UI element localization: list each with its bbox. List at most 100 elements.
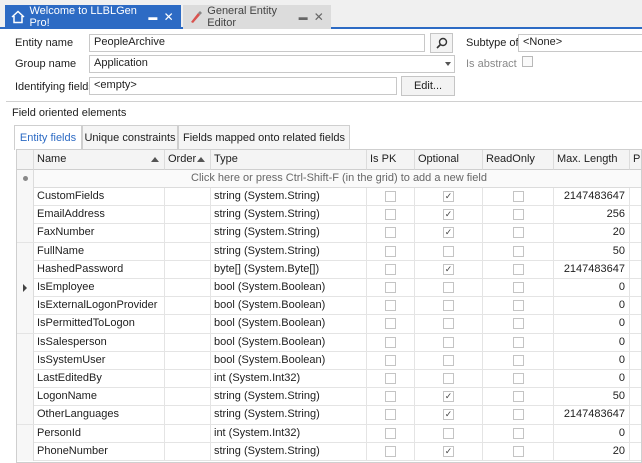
pk-checkbox[interactable] bbox=[385, 227, 396, 239]
readonly-checkbox[interactable] bbox=[513, 227, 524, 239]
cell-type[interactable]: byte[] (System.Byte[]) bbox=[211, 260, 367, 279]
readonly-checkbox[interactable] bbox=[513, 427, 524, 439]
cell-readonly[interactable] bbox=[483, 424, 554, 443]
cell-order[interactable] bbox=[165, 206, 211, 225]
pk-checkbox[interactable] bbox=[385, 282, 396, 293]
row-indicator[interactable] bbox=[17, 188, 34, 206]
entity-name-field[interactable]: PeopleArchive bbox=[89, 34, 425, 52]
cell-precision[interactable] bbox=[630, 315, 641, 333]
cell-max-length[interactable]: 0 bbox=[554, 315, 630, 334]
cell-precision[interactable] bbox=[630, 279, 641, 297]
cell-order[interactable] bbox=[165, 315, 211, 334]
readonly-checkbox[interactable] bbox=[513, 191, 524, 202]
cell-precision[interactable] bbox=[630, 261, 641, 279]
cell-max-length[interactable]: 0 bbox=[554, 279, 630, 297]
cell-type[interactable]: string (System.String) bbox=[211, 224, 367, 243]
pk-checkbox[interactable] bbox=[385, 318, 396, 330]
cell-max-length[interactable]: 2147483647 bbox=[554, 188, 630, 206]
cell-optional[interactable] bbox=[415, 279, 483, 297]
cell-optional[interactable]: ✓ bbox=[415, 224, 483, 243]
cell-readonly[interactable] bbox=[483, 351, 554, 370]
cell-precision[interactable] bbox=[630, 224, 641, 242]
table-row[interactable]: FullName string (System.String) 50 bbox=[17, 242, 641, 261]
cell-readonly[interactable] bbox=[483, 260, 554, 279]
table-row[interactable]: IsExternalLogonProvider bool (System.Bool… bbox=[17, 297, 641, 316]
cell-optional[interactable] bbox=[415, 315, 483, 334]
column-header-is-pk[interactable]: Is PK bbox=[367, 150, 415, 170]
optional-checkbox[interactable] bbox=[443, 282, 454, 293]
new-field-row[interactable]: Click here or press Ctrl-Shift-F (in the… bbox=[17, 170, 641, 188]
readonly-checkbox[interactable] bbox=[513, 336, 524, 348]
cell-type[interactable]: string (System.String) bbox=[211, 442, 367, 461]
cell-order[interactable] bbox=[165, 224, 211, 243]
optional-checkbox[interactable] bbox=[443, 300, 454, 312]
row-indicator[interactable] bbox=[17, 333, 34, 352]
cell-pk[interactable] bbox=[367, 388, 415, 407]
pk-checkbox[interactable] bbox=[385, 445, 396, 457]
table-row[interactable]: PersonId int (System.Int32) 0 bbox=[17, 424, 641, 443]
cell-order[interactable] bbox=[165, 442, 211, 461]
cell-precision[interactable] bbox=[630, 388, 641, 406]
cell-optional[interactable] bbox=[415, 351, 483, 370]
cell-readonly[interactable] bbox=[483, 188, 554, 206]
cell-max-length[interactable]: 20 bbox=[554, 224, 630, 243]
cell-optional[interactable] bbox=[415, 370, 483, 388]
cell-pk[interactable] bbox=[367, 424, 415, 443]
cell-readonly[interactable] bbox=[483, 388, 554, 407]
cell-name[interactable]: FaxNumber bbox=[34, 224, 165, 243]
pk-checkbox[interactable] bbox=[385, 209, 396, 221]
pk-checkbox[interactable] bbox=[385, 427, 396, 439]
tab-welcome[interactable]: Welcome to LLBLGen Pro! ▬ ✕ bbox=[5, 5, 181, 29]
cell-pk[interactable] bbox=[367, 224, 415, 243]
group-name-combo[interactable]: Application bbox=[89, 55, 455, 73]
tab-fields-mapped-onto-related-fields[interactable]: Fields mapped onto related fields bbox=[178, 125, 350, 149]
cell-readonly[interactable] bbox=[483, 297, 554, 316]
cell-pk[interactable] bbox=[367, 188, 415, 206]
pk-checkbox[interactable] bbox=[385, 336, 396, 348]
table-row[interactable]: EmailAddress string (System.String) ✓ 256 bbox=[17, 206, 641, 225]
optional-checkbox[interactable] bbox=[443, 336, 454, 348]
close-icon[interactable]: ✕ bbox=[162, 10, 175, 24]
cell-precision[interactable] bbox=[630, 352, 641, 370]
cell-precision[interactable] bbox=[630, 425, 641, 443]
readonly-checkbox[interactable] bbox=[513, 282, 524, 293]
optional-checkbox[interactable]: ✓ bbox=[443, 191, 454, 202]
table-row[interactable]: PhoneNumber string (System.String) ✓ 20 bbox=[17, 442, 641, 461]
readonly-checkbox[interactable] bbox=[513, 318, 524, 330]
is-abstract-checkbox[interactable] bbox=[522, 56, 533, 67]
table-row[interactable]: CustomFields string (System.String) ✓ 21474… bbox=[17, 188, 641, 207]
table-row[interactable]: IsSystemUser bool (System.Boolean) 0 bbox=[17, 351, 641, 370]
table-row[interactable]: IsEmployee bool (System.Boolean) 0 bbox=[17, 279, 641, 298]
cell-pk[interactable] bbox=[367, 333, 415, 352]
cell-optional[interactable] bbox=[415, 297, 483, 316]
cell-max-length[interactable]: 0 bbox=[554, 351, 630, 370]
cell-order[interactable] bbox=[165, 297, 211, 316]
cell-order[interactable] bbox=[165, 406, 211, 425]
cell-pk[interactable] bbox=[367, 406, 415, 425]
cell-readonly[interactable] bbox=[483, 406, 554, 425]
row-indicator[interactable] bbox=[17, 206, 34, 225]
cell-name[interactable]: LogonName bbox=[34, 388, 165, 407]
cell-name[interactable]: OtherLanguages bbox=[34, 406, 165, 425]
readonly-checkbox[interactable] bbox=[513, 209, 524, 221]
cell-order[interactable] bbox=[165, 260, 211, 279]
row-indicator[interactable] bbox=[17, 279, 34, 297]
cell-type[interactable]: string (System.String) bbox=[211, 388, 367, 407]
optional-checkbox[interactable] bbox=[443, 354, 454, 366]
cell-name[interactable]: CustomFields bbox=[34, 188, 165, 206]
cell-order[interactable] bbox=[165, 279, 211, 297]
cell-optional[interactable]: ✓ bbox=[415, 188, 483, 206]
cell-pk[interactable] bbox=[367, 279, 415, 297]
cell-optional[interactable] bbox=[415, 424, 483, 443]
cell-pk[interactable] bbox=[367, 442, 415, 461]
cell-max-length[interactable]: 0 bbox=[554, 424, 630, 443]
row-indicator[interactable] bbox=[17, 260, 34, 279]
cell-name[interactable]: PhoneNumber bbox=[34, 442, 165, 461]
optional-checkbox[interactable]: ✓ bbox=[443, 391, 454, 403]
cell-type[interactable]: bool (System.Boolean) bbox=[211, 297, 367, 316]
cell-type[interactable]: string (System.String) bbox=[211, 242, 367, 261]
cell-name[interactable]: IsSalesperson bbox=[34, 333, 165, 352]
cell-order[interactable] bbox=[165, 333, 211, 352]
optional-checkbox[interactable]: ✓ bbox=[443, 445, 454, 457]
cell-precision[interactable] bbox=[630, 188, 641, 206]
